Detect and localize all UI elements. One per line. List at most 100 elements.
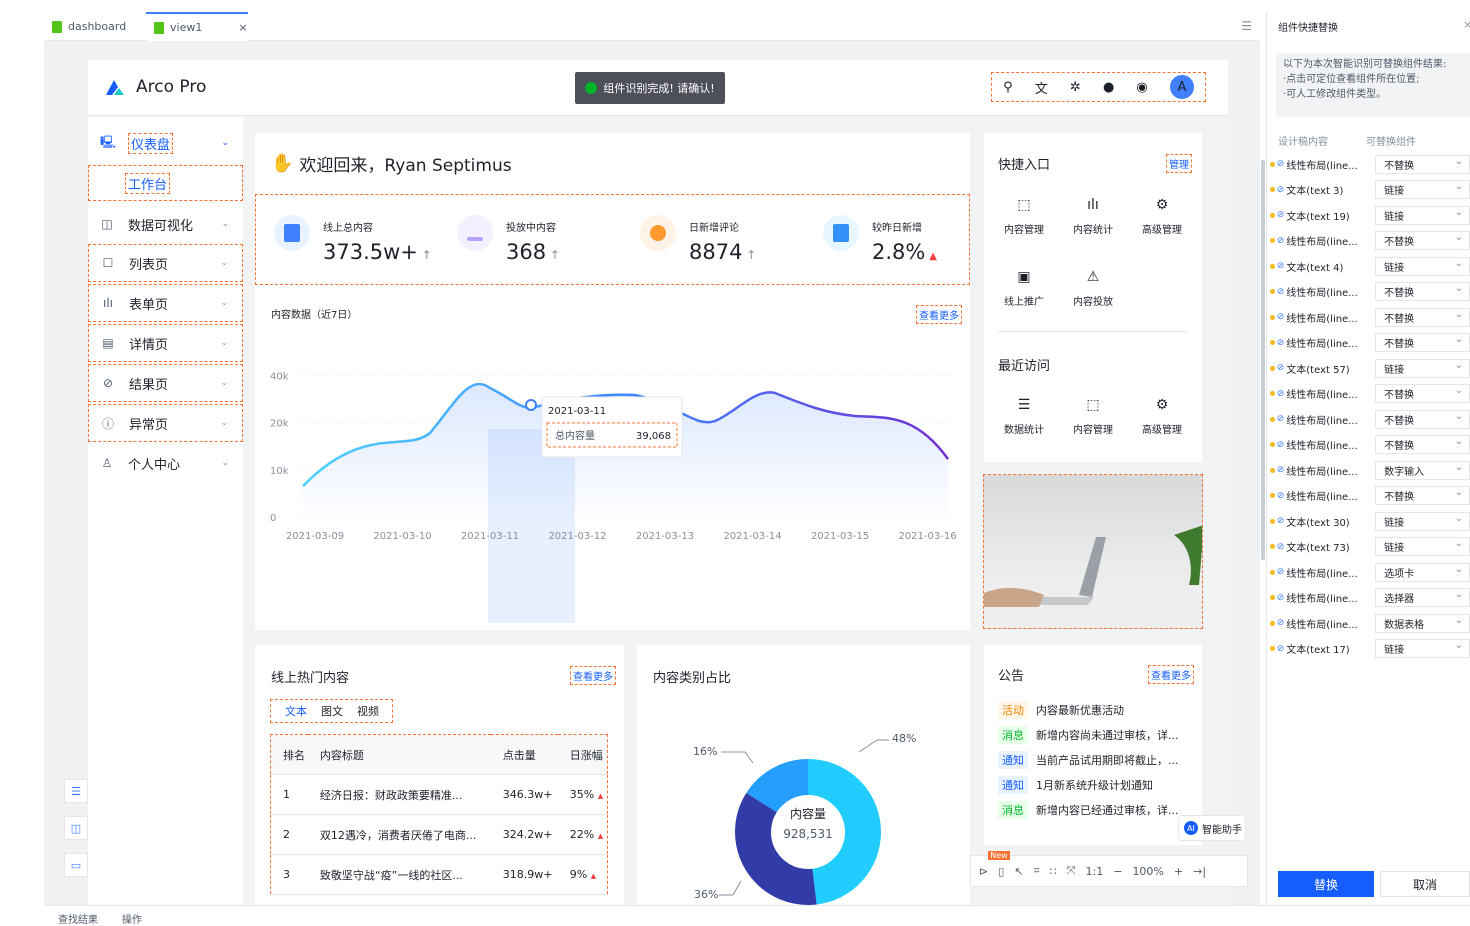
locate-icon[interactable]: ⊘ bbox=[1277, 440, 1285, 450]
component-select[interactable]: 链接 bbox=[1375, 511, 1470, 531]
locate-icon[interactable]: ⊘ bbox=[1277, 210, 1285, 220]
component-name[interactable]: 线性布局(line... bbox=[1286, 590, 1373, 605]
locate-icon[interactable]: ⊘ bbox=[1277, 261, 1285, 271]
replace-row[interactable]: ⊘ 线性布局(line... 不替换 bbox=[1270, 230, 1470, 252]
recent-item[interactable]: ☰ 数据统计 bbox=[994, 397, 1054, 436]
component-select[interactable]: 数字输入 bbox=[1375, 460, 1470, 480]
replace-row[interactable]: ⊘ 线性布局(line... 数据表格 bbox=[1270, 612, 1470, 634]
component-name[interactable]: 文本(text 3) bbox=[1286, 182, 1373, 197]
replace-row[interactable]: ⊘ 线性布局(line... 不替换 bbox=[1270, 153, 1470, 175]
replace-row[interactable]: ⊘ 文本(text 4) 链接 bbox=[1270, 255, 1470, 277]
component-select[interactable]: 不替换 bbox=[1375, 409, 1470, 429]
replace-row[interactable]: ⊘ 线性布局(line... 选项卡 bbox=[1270, 561, 1470, 583]
tab-text[interactable]: 文本 bbox=[285, 703, 307, 719]
component-name[interactable]: 线性布局(line... bbox=[1286, 335, 1373, 350]
locate-icon[interactable]: ⊘ bbox=[1277, 414, 1285, 424]
banner-image[interactable] bbox=[983, 474, 1203, 629]
locate-icon[interactable]: ⊘ bbox=[1277, 185, 1285, 195]
play-icon[interactable]: ⊳ bbox=[979, 865, 988, 878]
tab-view1[interactable]: view1 × bbox=[146, 12, 248, 41]
panel-icon[interactable]: ▭ bbox=[64, 853, 88, 877]
component-name[interactable]: 线性布局(line... bbox=[1286, 616, 1373, 631]
locate-icon[interactable]: ⊘ bbox=[1277, 159, 1285, 169]
find-results-tab[interactable]: 查找结果 bbox=[58, 911, 98, 926]
notice-item[interactable]: 活动 内容最新优惠活动 bbox=[998, 697, 1198, 722]
component-select[interactable]: 数据表格 bbox=[1375, 613, 1470, 633]
locate-icon[interactable]: ⊘ bbox=[1277, 593, 1285, 603]
menu-workplace[interactable]: 工作台 bbox=[88, 165, 243, 201]
ratio-button[interactable]: 1:1 bbox=[1086, 865, 1104, 878]
component-select[interactable]: 不替换 bbox=[1375, 486, 1470, 505]
component-name[interactable]: 文本(text 4) bbox=[1286, 259, 1373, 274]
locate-icon[interactable]: ⊘ bbox=[1277, 363, 1285, 373]
close-icon[interactable]: × bbox=[238, 21, 247, 34]
recent-item[interactable]: ⬚ 内容管理 bbox=[1063, 397, 1123, 436]
quick-item[interactable]: ⬚ 内容管理 bbox=[994, 197, 1054, 236]
menu-profile-page[interactable]: ▤ 详情页 ⌄ bbox=[88, 324, 243, 362]
notice-item[interactable]: 消息 新增内容已经通过审核，详... bbox=[998, 797, 1198, 822]
quick-item[interactable]: ılı 内容统计 bbox=[1063, 197, 1123, 236]
close-icon[interactable]: × bbox=[1463, 18, 1470, 31]
component-select[interactable]: 不替换 bbox=[1375, 435, 1470, 454]
replace-row[interactable]: ⊘ 线性布局(line... 不替换 bbox=[1270, 281, 1470, 303]
recent-item[interactable]: ⚙ 高级管理 bbox=[1132, 397, 1192, 436]
table-row[interactable]: 1 经济日报：财政政策要精准... 346.3w+ 35% ▲ bbox=[270, 774, 608, 815]
component-name[interactable]: 文本(text 30) bbox=[1286, 514, 1373, 529]
component-select[interactable]: 不替换 bbox=[1375, 333, 1470, 352]
component-select[interactable]: 不替换 bbox=[1375, 384, 1470, 403]
replace-row[interactable]: ⊘ 线性布局(line... 选择器 bbox=[1270, 587, 1470, 609]
zoom-out-icon[interactable]: − bbox=[1113, 865, 1122, 878]
component-select[interactable]: 不替换 bbox=[1375, 282, 1470, 301]
notice-item[interactable]: 消息 新增内容尚未通过审核，详... bbox=[998, 722, 1198, 747]
grid-icon[interactable]: ∷ bbox=[1050, 865, 1057, 878]
language-icon[interactable]: 文 bbox=[1035, 78, 1048, 97]
replace-row[interactable]: ⊘ 线性布局(line... 不替换 bbox=[1270, 408, 1470, 430]
component-name[interactable]: 文本(text 57) bbox=[1286, 361, 1373, 376]
more-link[interactable]: 查看更多 bbox=[570, 666, 616, 685]
manage-link[interactable]: 管理 bbox=[1166, 154, 1192, 173]
component-name[interactable]: 文本(text 19) bbox=[1286, 208, 1373, 223]
component-name[interactable]: 线性布局(line... bbox=[1286, 463, 1373, 478]
locate-icon[interactable]: ⊘ bbox=[1277, 389, 1285, 399]
table-row[interactable]: 3 致敬坚守战“疫”一线的社区... 318.9w+ 9% ▲ bbox=[270, 854, 608, 895]
component-name[interactable]: 线性布局(line... bbox=[1286, 386, 1373, 401]
locate-icon[interactable]: ⊘ bbox=[1277, 491, 1285, 501]
component-select[interactable]: 选项卡 bbox=[1375, 562, 1470, 582]
quick-item[interactable]: ⚠ 内容投放 bbox=[1063, 269, 1123, 308]
component-select[interactable]: 链接 bbox=[1375, 205, 1470, 225]
locate-icon[interactable]: ⊘ bbox=[1277, 338, 1285, 348]
replace-row[interactable]: ⊘ 线性布局(line... 不替换 bbox=[1270, 485, 1470, 507]
replace-row[interactable]: ⊘ 文本(text 57) 链接 bbox=[1270, 357, 1470, 379]
replace-row[interactable]: ⊘ 文本(text 73) 链接 bbox=[1270, 536, 1470, 558]
list-icon[interactable]: ☰ bbox=[1241, 19, 1252, 33]
component-name[interactable]: 线性布局(line... bbox=[1286, 310, 1373, 325]
menu-dashboard[interactable]: 🖳 仪表盘 ⌄ bbox=[88, 125, 243, 161]
cancel-button[interactable]: 取消 bbox=[1380, 871, 1470, 897]
replace-row[interactable]: ⊘ 文本(text 19) 链接 bbox=[1270, 204, 1470, 226]
component-select[interactable]: 链接 bbox=[1375, 639, 1470, 658]
tab-image-text[interactable]: 图文 bbox=[321, 703, 343, 719]
crop-icon[interactable]: ⌗ bbox=[1034, 864, 1040, 878]
locate-icon[interactable]: ⊘ bbox=[1277, 644, 1285, 654]
component-select[interactable]: 链接 bbox=[1375, 180, 1470, 199]
component-name[interactable]: 线性布局(line... bbox=[1286, 284, 1373, 299]
menu-visualization[interactable]: ◫ 数据可视化 ⌄ bbox=[88, 205, 243, 243]
component-name[interactable]: 线性布局(line... bbox=[1286, 488, 1373, 503]
avatar[interactable]: A bbox=[1169, 75, 1194, 99]
component-select[interactable]: 不替换 bbox=[1375, 307, 1470, 327]
column-header[interactable]: 日涨幅 bbox=[557, 734, 608, 775]
notification-icon[interactable]: ● bbox=[1103, 80, 1114, 95]
component-name[interactable]: 文本(text 17) bbox=[1286, 641, 1373, 656]
replace-row[interactable]: ⊘ 线性布局(line... 不替换 bbox=[1270, 434, 1470, 456]
layout-icon[interactable]: ◫ bbox=[64, 816, 88, 840]
actions-tab[interactable]: 操作 bbox=[122, 911, 142, 926]
menu-result[interactable]: ⊘ 结果页 ⌄ bbox=[88, 364, 243, 402]
notice-item[interactable]: 通知 1月新系统升级计划通知 bbox=[998, 772, 1198, 797]
replace-row[interactable]: ⊘ 文本(text 30) 链接 bbox=[1270, 510, 1470, 532]
component-select[interactable]: 链接 bbox=[1375, 358, 1470, 378]
locate-icon[interactable]: ⊘ bbox=[1277, 567, 1285, 577]
settings-icon[interactable]: ✲ bbox=[1070, 80, 1081, 95]
doc-icon[interactable]: ☰ bbox=[64, 779, 88, 803]
quick-item[interactable]: ⚙ 高级管理 bbox=[1132, 197, 1192, 236]
locate-icon[interactable]: ⊘ bbox=[1277, 312, 1285, 322]
